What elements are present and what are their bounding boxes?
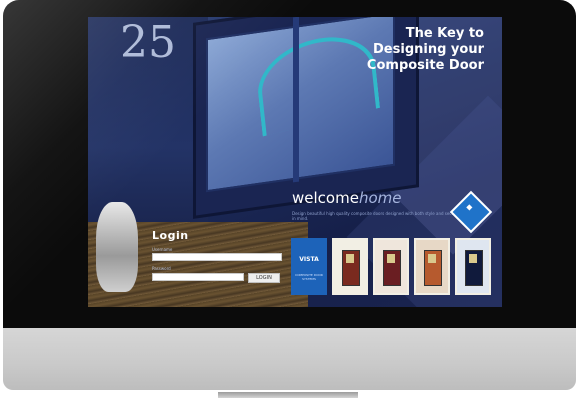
house-number: 25 xyxy=(120,17,176,68)
door-image xyxy=(424,250,442,286)
imac-monitor: 25 The Key to Designing your Composite D… xyxy=(0,0,576,398)
password-label: Password xyxy=(152,266,171,271)
password-field[interactable] xyxy=(152,273,244,281)
window-mullion xyxy=(293,17,299,183)
vista-label: VISTA xyxy=(299,256,319,263)
website-screen: 25 The Key to Designing your Composite D… xyxy=(88,17,502,307)
monitor-chin xyxy=(3,328,576,390)
door-image xyxy=(465,250,483,286)
tagline: The Key to Designing your Composite Door xyxy=(334,26,484,74)
username-label: Username xyxy=(152,247,173,252)
door-image xyxy=(383,250,401,286)
monitor-stand xyxy=(218,392,358,398)
tagline-line-3: Composite Door xyxy=(366,58,484,73)
brand-description: Design beautiful high quality composite … xyxy=(292,211,461,221)
login-title: Login xyxy=(152,229,189,242)
tagline-line-2: Designing your xyxy=(373,42,484,57)
brand-part2: home xyxy=(358,189,402,207)
door-knocker-image xyxy=(96,202,138,292)
vista-sub: COMPOSITE DOOR SYSTEMS xyxy=(295,273,323,281)
door-image xyxy=(342,250,360,286)
brand-part1: welcome xyxy=(292,189,359,207)
door-thumbnail-4[interactable] xyxy=(455,238,491,295)
tagline-line-1: The Key to xyxy=(405,26,484,41)
door-thumbnail-3[interactable] xyxy=(414,238,450,295)
brand-logo: welcomehome xyxy=(292,189,401,207)
door-thumbnail-2[interactable] xyxy=(373,238,409,295)
username-field[interactable] xyxy=(152,253,282,261)
door-thumbnail-1[interactable] xyxy=(332,238,368,295)
login-button[interactable]: LOGIN xyxy=(248,273,280,283)
vista-logo-thumbnail[interactable]: VISTA COMPOSITE DOOR SYSTEMS xyxy=(291,238,327,295)
